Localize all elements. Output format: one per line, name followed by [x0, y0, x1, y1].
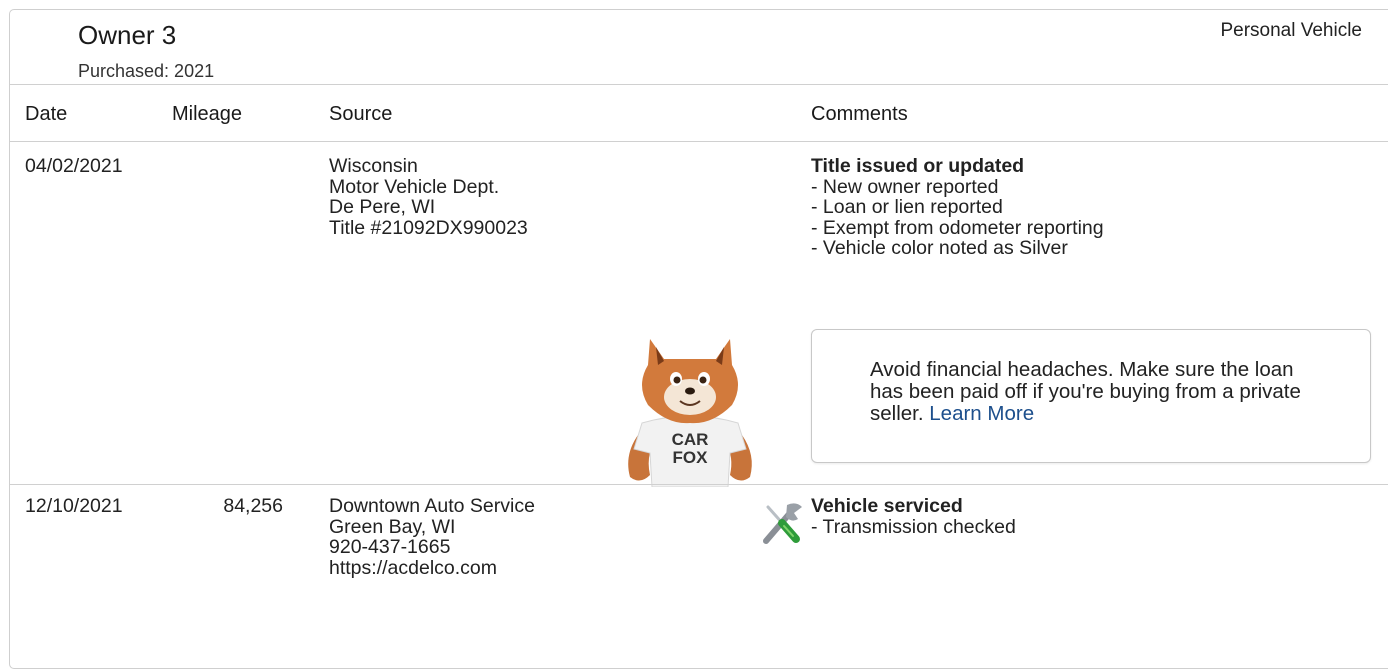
comment-title: Vehicle serviced — [811, 495, 963, 517]
loan-tip-box: Avoid financial headaches. Make sure the… — [811, 329, 1371, 463]
column-header-source: Source — [329, 103, 393, 125]
row-date: 04/02/2021 — [25, 155, 123, 177]
comment-item: - Vehicle color noted as Silver — [811, 237, 1068, 259]
column-header-divider — [10, 141, 1388, 142]
comment-item: - New owner reported — [811, 175, 999, 198]
purchased-year: Purchased: 2021 — [78, 61, 215, 81]
shirt-text-line1: CAR — [672, 430, 709, 449]
learn-more-link[interactable]: Learn More — [929, 402, 1034, 425]
column-header-date: Date — [25, 103, 68, 125]
row-source: Wisconsin Motor Vehicle Dept. De Pere, W… — [329, 156, 528, 238]
comment-title: Title issued or updated — [811, 155, 1025, 177]
source-line: Downtown Auto Service — [329, 495, 535, 517]
carfox-mascot: CAR FOX — [628, 339, 752, 487]
vehicle-type-label: Personal Vehicle — [1220, 20, 1362, 41]
row-comments: Vehicle serviced - Transmission checked — [811, 496, 1016, 537]
source-line: https://acdelco.com — [329, 556, 497, 579]
source-line: Motor Vehicle Dept. — [329, 175, 500, 198]
loan-tip-text: Avoid financial headaches. Make sure the… — [870, 359, 1330, 425]
shirt-text-line2: FOX — [673, 448, 709, 467]
row-comments: Title issued or updated - New owner repo… — [811, 156, 1104, 259]
comment-item: - Transmission checked — [811, 515, 1016, 538]
source-line: De Pere, WI — [329, 196, 436, 218]
comment-item: - Exempt from odometer reporting — [811, 216, 1104, 239]
row-divider — [10, 484, 1388, 485]
row-source: Downtown Auto Service Green Bay, WI 920-… — [329, 496, 535, 578]
header-divider — [10, 84, 1388, 85]
source-line: Green Bay, WI — [329, 515, 456, 538]
row-date: 12/10/2021 — [25, 495, 123, 517]
wrench-screwdriver-icon — [763, 503, 802, 544]
source-line: 920-437-1665 — [329, 536, 451, 558]
source-line: Wisconsin — [329, 155, 418, 177]
column-header-comments: Comments — [811, 103, 908, 125]
column-header-mileage: Mileage — [172, 103, 243, 125]
comment-item: - Loan or lien reported — [811, 196, 1003, 218]
source-line: Title #21092DX990023 — [329, 216, 528, 239]
row-mileage: 84,256 — [223, 495, 283, 517]
owner-title: Owner 3 — [78, 20, 177, 50]
